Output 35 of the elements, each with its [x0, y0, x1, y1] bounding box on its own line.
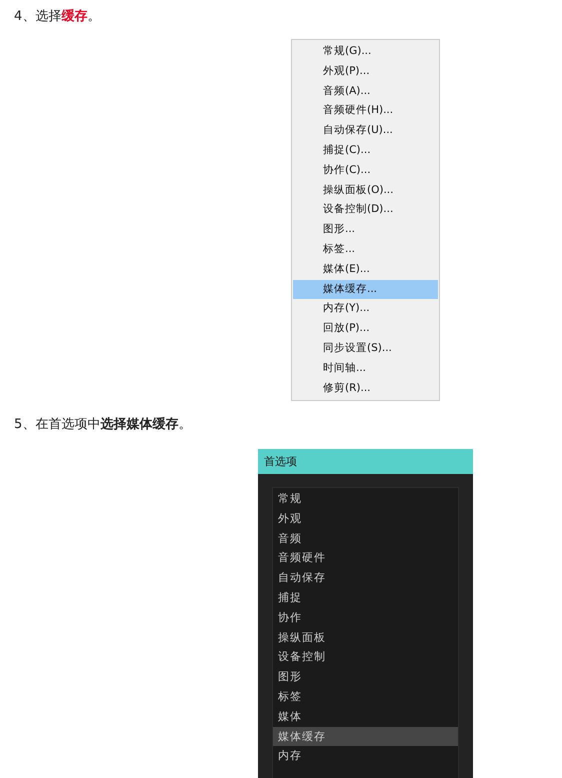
- category-item[interactable]: 操纵面板: [273, 628, 458, 648]
- menu-item[interactable]: 音频硬件(H)...: [293, 101, 438, 122]
- category-item[interactable]: 音频: [273, 528, 458, 548]
- category-item[interactable]: 常规: [273, 489, 458, 509]
- category-item[interactable]: 外观: [273, 508, 458, 529]
- step-text: 5、在首选项中选择媒体缓存。: [14, 416, 192, 434]
- menu-item[interactable]: 自动保存(U)...: [293, 121, 438, 141]
- menu-item[interactable]: 外观(P)...: [293, 62, 438, 82]
- menu-item[interactable]: 内存(Y)...: [293, 299, 438, 320]
- menu-item[interactable]: 媒体(E)...: [293, 260, 438, 280]
- menu-item[interactable]: 音频(A)...: [293, 82, 438, 102]
- menu-item[interactable]: 操纵面板(O)...: [293, 180, 438, 200]
- category-item[interactable]: 自动保存: [273, 568, 458, 588]
- category-item[interactable]: 媒体缓存: [273, 726, 458, 746]
- dialog-title: 首选项: [258, 449, 473, 474]
- step-text: 4、选择缓存。: [14, 8, 100, 26]
- category-item[interactable]: 捕捉: [273, 588, 458, 608]
- category-item[interactable]: 标签: [273, 686, 458, 707]
- menu-item[interactable]: 修剪(R)...: [293, 378, 438, 398]
- menu-item[interactable]: 常规(G)...: [293, 42, 438, 62]
- menu-item[interactable]: 捕捉(C)...: [293, 140, 438, 161]
- menu-item[interactable]: 媒体缓存...: [293, 280, 438, 300]
- menu-item[interactable]: 回放(P)...: [293, 319, 438, 339]
- menu-item[interactable]: 图形...: [293, 220, 438, 240]
- menu-item[interactable]: 同步设置(S)...: [293, 338, 438, 359]
- category-item[interactable]: 协作: [273, 608, 458, 628]
- category-item[interactable]: 音频硬件: [273, 548, 458, 568]
- menu-item[interactable]: 设备控制(D)...: [293, 200, 438, 220]
- category-item[interactable]: 图形: [273, 667, 458, 687]
- category-item[interactable]: 内存: [273, 746, 458, 766]
- category-item[interactable]: 媒体: [273, 706, 458, 727]
- category-item[interactable]: 设备控制: [273, 647, 458, 668]
- menu-item[interactable]: 协作(C)...: [293, 160, 438, 181]
- menu-item[interactable]: 标签...: [293, 240, 438, 260]
- menu-item[interactable]: 时间轴...: [293, 358, 438, 379]
